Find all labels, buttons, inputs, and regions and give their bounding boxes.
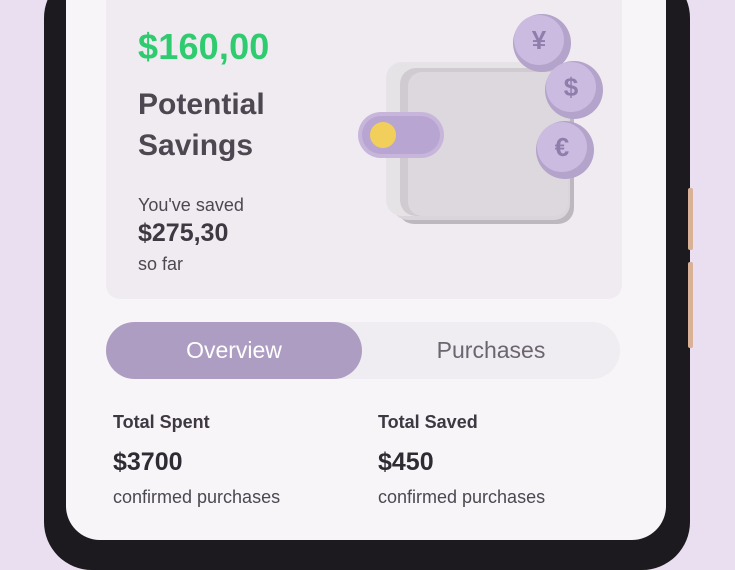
total-spent-label: Total Spent [113,412,210,432]
tab-overview[interactable]: Overview [106,322,362,379]
potential-savings-amount: $160,00 [138,26,270,67]
saved-caption: You've saved [138,195,244,215]
saved-amount: $275,30 [138,219,229,247]
tab-purchases[interactable]: Purchases [362,322,620,379]
wallet-illustration: ¥ $ € [358,14,603,224]
total-spent-subtext: confirmed purchases [113,487,281,507]
savings-title: Potential Savings [138,84,358,166]
savings-title-line: Savings [138,129,254,162]
total-saved-value: $450 [378,448,434,476]
phone-side-button [688,188,693,250]
svg-text:$: $ [564,72,579,102]
saved-suffix: so far [138,254,184,274]
total-saved-subtext: confirmed purchases [378,487,546,507]
savings-title-line: Potential [138,88,265,121]
phone-side-button [688,262,693,348]
total-spent-value: $3700 [113,448,183,476]
euro-coin-icon: € [536,121,594,179]
yen-coin-icon: ¥ [513,14,571,72]
dollar-coin-icon: $ [545,61,603,119]
svg-text:¥: ¥ [532,25,547,55]
svg-text:€: € [555,132,569,162]
tab-bar: Overview Purchases [106,322,620,379]
total-saved-label: Total Saved [378,412,478,432]
